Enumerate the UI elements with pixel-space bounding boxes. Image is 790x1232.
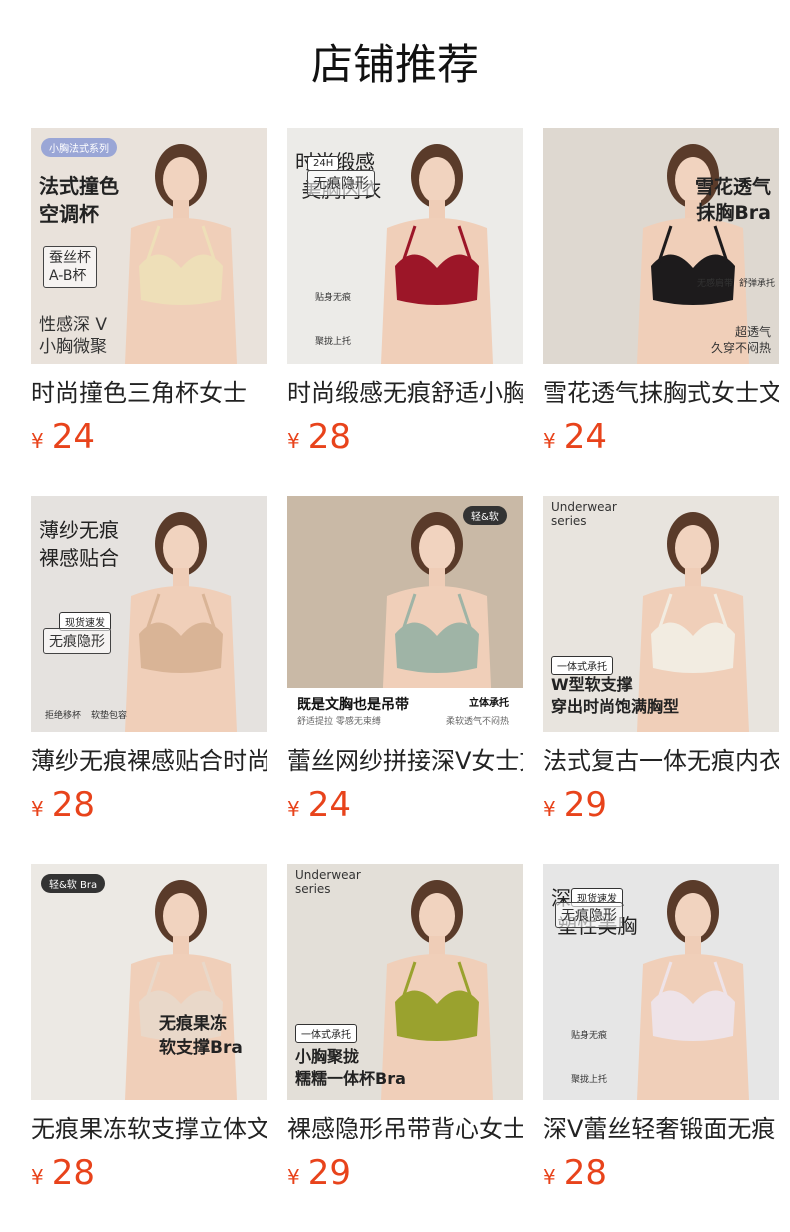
promo-sub-2: 柔软透气不闷热 <box>445 716 509 727</box>
feature-label-2: 聚拢上托 <box>315 337 352 347</box>
product-name[interactable]: 时尚撞色三角杯女士 <box>31 376 267 410</box>
product-card[interactable]: 小胸法式系列法式撞色 空调杯蚕丝杯 A-B杯性感深 V 小胸微聚时尚撞色三角杯女… <box>31 128 267 488</box>
headline-text: W型软支撑 穿出时尚饱满胸型 <box>551 675 680 716</box>
feature-label-1: 贴身无痕 <box>571 1031 608 1041</box>
price-value: 28 <box>563 1153 607 1193</box>
currency-symbol: ¥ <box>287 429 300 453</box>
promo-right: 立体承托 <box>469 697 509 709</box>
product-image[interactable]: 轻&软既是文胸也是吊带 立体承托舒适提拉 零感无束缚 柔软透气不闷热 <box>287 496 523 732</box>
caption-text: 性感深 V 小胸微聚 <box>39 315 108 357</box>
promo-title: 既是文胸也是吊带 <box>297 696 409 713</box>
feature-badge: 一体式承托 <box>295 1024 357 1043</box>
caption-text: 超透气 久穿不闷热 <box>710 325 771 355</box>
currency-symbol: ¥ <box>287 797 300 821</box>
headline-text: 小胸聚拢 糯糯一体杯Bra <box>295 1047 406 1088</box>
product-image[interactable]: Underwear series W型软支撑 穿出时尚饱满胸型 一体式承托 <box>543 496 779 732</box>
product-card[interactable]: 时尚缎感 美胸内衣24H无痕隐形贴身无痕聚拢上托时尚缎感无痕舒适小胸¥28 <box>287 128 523 488</box>
product-image[interactable]: 时尚缎感 美胸内衣24H无痕隐形贴身无痕聚拢上托 <box>287 128 523 364</box>
price-value: 24 <box>51 417 95 457</box>
product-name[interactable]: 薄纱无痕裸感贴合时尚 <box>31 744 267 778</box>
product-price: ¥28 <box>287 414 523 466</box>
product-name[interactable]: 蕾丝网纱拼接深V女士文胸 <box>287 744 523 778</box>
feature-box: 无痕隐形 <box>307 170 375 196</box>
series-tag: 小胸法式系列 <box>41 138 117 157</box>
feature-label-2: 软垫包容 <box>91 711 128 721</box>
product-card[interactable]: 深V蕾丝 塑性美胸现货速发无痕隐形贴身无痕聚拢上托深V蕾丝轻奢锻面无痕¥28 <box>543 864 779 1224</box>
currency-symbol: ¥ <box>31 797 44 821</box>
headline-text: 无痕果冻 软支撑Bra <box>159 1014 243 1058</box>
currency-symbol: ¥ <box>543 429 556 453</box>
currency-symbol: ¥ <box>31 1165 44 1189</box>
feature-badge: 一体式承托 <box>551 656 613 675</box>
price-value: 28 <box>51 785 95 825</box>
product-price: ¥29 <box>543 782 779 834</box>
feature-label-2: 聚拢上托 <box>571 1075 608 1085</box>
product-card[interactable]: 薄纱无痕 裸感贴合 现货速发 无痕隐形 拒绝移杯 软垫包容 薄纱无痕裸感贴合时尚 ¥28 <box>31 496 267 856</box>
product-image[interactable]: Underwear series 小胸聚拢 糯糯一体杯Bra 一体式承托 <box>287 864 523 1100</box>
series-tag: 轻&软 Bra <box>41 874 106 893</box>
product-name[interactable]: 无痕果冻软支撑立体文胸 <box>31 1112 267 1146</box>
product-price: ¥29 <box>287 1150 523 1202</box>
feature-label-2: 舒弹承托 <box>739 279 776 289</box>
model-figure <box>125 880 237 1100</box>
product-image[interactable]: 轻&软 Bra 无痕果冻 软支撑Bra <box>31 864 267 1100</box>
product-price: ¥24 <box>543 414 779 466</box>
feature-label-1: 贴身无痕 <box>315 293 352 303</box>
headline-text: 薄纱无痕 裸感贴合 <box>39 518 119 570</box>
product-image[interactable]: 雪花透气 抹胸Bra 超透气 久穿不闷热 无感肩带 舒弹承托 <box>543 128 779 364</box>
product-card[interactable]: Underwear series W型软支撑 穿出时尚饱满胸型 一体式承托法式复古一… <box>543 496 779 856</box>
brand-label: Underwear series <box>551 500 617 528</box>
product-price: ¥24 <box>287 782 523 834</box>
feature-box: 无痕隐形 <box>555 902 623 928</box>
price-value: 29 <box>307 1153 351 1193</box>
price-value: 24 <box>563 417 607 457</box>
product-card[interactable]: 轻&软 Bra 无痕果冻 软支撑Bra 无痕果冻软支撑立体文胸 ¥28 <box>31 864 267 1224</box>
product-image[interactable]: 小胸法式系列法式撞色 空调杯蚕丝杯 A-B杯性感深 V 小胸微聚 <box>31 128 267 364</box>
product-price: ¥28 <box>543 1150 779 1202</box>
promo-band-sub-row: 舒适提拉 零感无束缚 柔软透气不闷热 <box>297 714 523 727</box>
price-value: 28 <box>51 1153 95 1193</box>
series-tag: 轻&软 <box>463 506 507 525</box>
currency-symbol: ¥ <box>543 1165 556 1189</box>
product-price: ¥28 <box>31 1150 267 1202</box>
cup-size-box: 蚕丝杯 A-B杯 <box>43 246 97 288</box>
promo-band-row: 既是文胸也是吊带 立体承托 <box>297 694 523 714</box>
product-name[interactable]: 法式复古一体无痕内衣 <box>543 744 779 778</box>
feature-label-1: 无感肩带 <box>697 279 734 289</box>
currency-symbol: ¥ <box>543 797 556 821</box>
product-card[interactable]: Underwear series 小胸聚拢 糯糯一体杯Bra 一体式承托裸感隐形吊带… <box>287 864 523 1224</box>
price-value: 29 <box>563 785 607 825</box>
brand-label: Underwear series <box>295 868 361 896</box>
currency-symbol: ¥ <box>31 429 44 453</box>
product-name[interactable]: 深V蕾丝轻奢锻面无痕 <box>543 1112 779 1146</box>
headline-text: 雪花透气 抹胸Bra <box>694 176 771 224</box>
product-name[interactable]: 时尚缎感无痕舒适小胸 <box>287 376 523 410</box>
product-name[interactable]: 雪花透气抹胸式女士文胸 <box>543 376 779 410</box>
product-card[interactable]: 轻&软既是文胸也是吊带 立体承托舒适提拉 零感无束缚 柔软透气不闷热蕾丝网纱拼接深V… <box>287 496 523 856</box>
product-price: ¥24 <box>31 414 267 466</box>
price-value: 28 <box>307 417 351 457</box>
feature-badge: 24H <box>307 156 340 171</box>
price-value: 24 <box>307 785 351 825</box>
page-title: 店铺推荐 <box>310 40 479 89</box>
product-card[interactable]: 雪花透气 抹胸Bra 超透气 久穿不闷热 无感肩带舒弹承托雪花透气抹胸式女士文胸 ¥2… <box>543 128 779 488</box>
promo-band: 既是文胸也是吊带 立体承托舒适提拉 零感无束缚 柔软透气不闷热 <box>287 688 523 732</box>
product-image[interactable]: 薄纱无痕 裸感贴合 现货速发 无痕隐形 拒绝移杯 软垫包容 <box>31 496 267 732</box>
product-image[interactable]: 深V蕾丝 塑性美胸现货速发无痕隐形贴身无痕聚拢上托 <box>543 864 779 1100</box>
product-name[interactable]: 裸感隐形吊带背心女士 <box>287 1112 523 1146</box>
currency-symbol: ¥ <box>287 1165 300 1189</box>
headline-text: 法式撞色 空调杯 <box>39 174 119 226</box>
product-price: ¥28 <box>31 782 267 834</box>
feature-label-1: 拒绝移杯 <box>45 711 82 721</box>
feature-box: 无痕隐形 <box>43 628 111 654</box>
promo-sub: 舒适提拉 零感无束缚 <box>297 716 381 727</box>
